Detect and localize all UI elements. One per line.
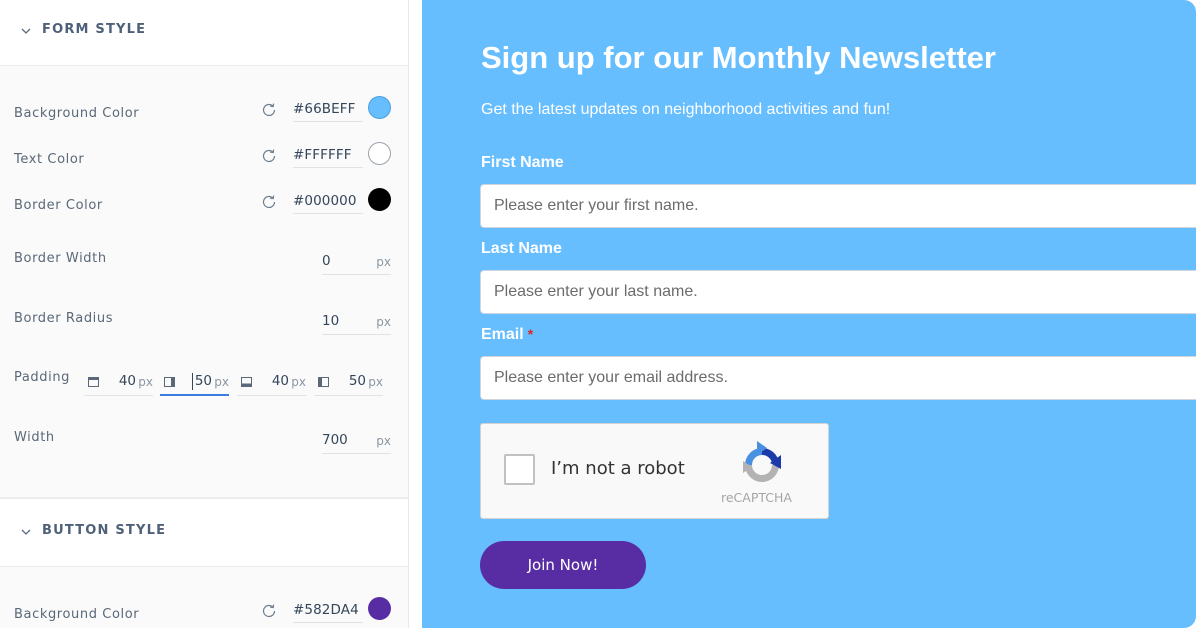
- email-label: Email *: [481, 326, 533, 344]
- border-width-value: 0: [322, 253, 331, 269]
- padding-left-value: 50: [348, 373, 366, 389]
- padding-left-input[interactable]: 50 px: [314, 370, 383, 396]
- settings-panel: FORM STYLE Background Color #66BEFF Text…: [0, 0, 409, 628]
- recaptcha-checkbox[interactable]: [504, 454, 535, 485]
- width-value: 700: [322, 432, 348, 448]
- last-name-label: Last Name: [481, 240, 562, 258]
- border-color-input[interactable]: #000000: [293, 190, 363, 214]
- button-background-color-input[interactable]: #582DA4: [293, 599, 363, 623]
- form-style-section-header[interactable]: FORM STYLE: [0, 0, 408, 66]
- width-input[interactable]: 700 px: [322, 430, 391, 454]
- text-color-swatch[interactable]: [368, 142, 391, 165]
- required-marker: *: [527, 326, 534, 342]
- last-name-input[interactable]: [480, 270, 1196, 314]
- border-width-label: Border Width: [14, 251, 107, 266]
- unit-label: px: [214, 375, 229, 389]
- border-radius-value: 10: [322, 313, 340, 329]
- text-color-label: Text Color: [14, 152, 85, 167]
- form-builder: FORM STYLE Background Color #66BEFF Text…: [0, 0, 1196, 628]
- unit-label: px: [376, 315, 391, 329]
- padding-left-icon: [318, 377, 329, 387]
- padding-top-icon: [88, 377, 99, 387]
- text-color-input[interactable]: #FFFFFF: [293, 144, 363, 168]
- reset-icon[interactable]: [260, 602, 278, 620]
- reset-icon[interactable]: [260, 147, 278, 165]
- reset-icon[interactable]: [260, 193, 278, 211]
- join-now-button[interactable]: Join Now!: [480, 541, 646, 589]
- border-color-swatch[interactable]: [368, 188, 391, 211]
- first-name-label-text: First Name: [481, 154, 564, 171]
- padding-right-value: 50: [194, 373, 212, 389]
- width-label: Width: [14, 430, 55, 445]
- button-style-section-header[interactable]: BUTTON STYLE: [0, 497, 408, 567]
- padding-label: Padding: [14, 370, 71, 385]
- padding-right-icon: [164, 377, 175, 387]
- recaptcha-label: I’m not a robot: [551, 458, 685, 479]
- background-color-label: Background Color: [14, 106, 140, 121]
- chevron-down-icon: [21, 28, 31, 34]
- padding-top-input[interactable]: 40 px: [84, 370, 153, 396]
- border-radius-label: Border Radius: [14, 311, 114, 326]
- border-radius-input[interactable]: 10 px: [322, 311, 391, 335]
- unit-label: px: [291, 375, 306, 389]
- recaptcha-widget: I’m not a robot reCAPTCHA: [480, 423, 829, 519]
- recaptcha-logo-icon: [743, 441, 781, 482]
- border-color-label: Border Color: [14, 198, 103, 213]
- button-background-color-swatch[interactable]: [368, 597, 391, 620]
- unit-label: px: [368, 375, 383, 389]
- button-background-color-label: Background Color: [14, 607, 140, 622]
- recaptcha-brand: reCAPTCHA: [721, 490, 792, 505]
- section-title: BUTTON STYLE: [42, 523, 167, 538]
- chevron-down-icon: [21, 529, 31, 535]
- text-cursor: [192, 373, 193, 390]
- form-preview: Sign up for our Monthly Newsletter Get t…: [422, 0, 1196, 628]
- border-width-input[interactable]: 0 px: [322, 251, 391, 275]
- unit-label: px: [376, 255, 391, 269]
- background-color-input[interactable]: #66BEFF: [293, 98, 363, 122]
- padding-bottom-input[interactable]: 40 px: [237, 370, 306, 396]
- reset-icon[interactable]: [260, 101, 278, 119]
- email-label-text: Email: [481, 326, 524, 343]
- unit-label: px: [376, 434, 391, 448]
- background-color-swatch[interactable]: [368, 96, 391, 119]
- padding-right-input[interactable]: 50 px: [160, 370, 229, 396]
- padding-bottom-icon: [241, 377, 252, 387]
- section-title: FORM STYLE: [42, 22, 147, 37]
- form-title: Sign up for our Monthly Newsletter: [481, 40, 996, 75]
- padding-top-value: 40: [118, 373, 136, 389]
- unit-label: px: [138, 375, 153, 389]
- padding-bottom-value: 40: [271, 373, 289, 389]
- email-input[interactable]: [480, 356, 1196, 400]
- first-name-input[interactable]: [480, 184, 1196, 228]
- form-subtitle: Get the latest updates on neighborhood a…: [481, 101, 891, 118]
- last-name-label-text: Last Name: [481, 240, 562, 257]
- first-name-label: First Name: [481, 154, 564, 172]
